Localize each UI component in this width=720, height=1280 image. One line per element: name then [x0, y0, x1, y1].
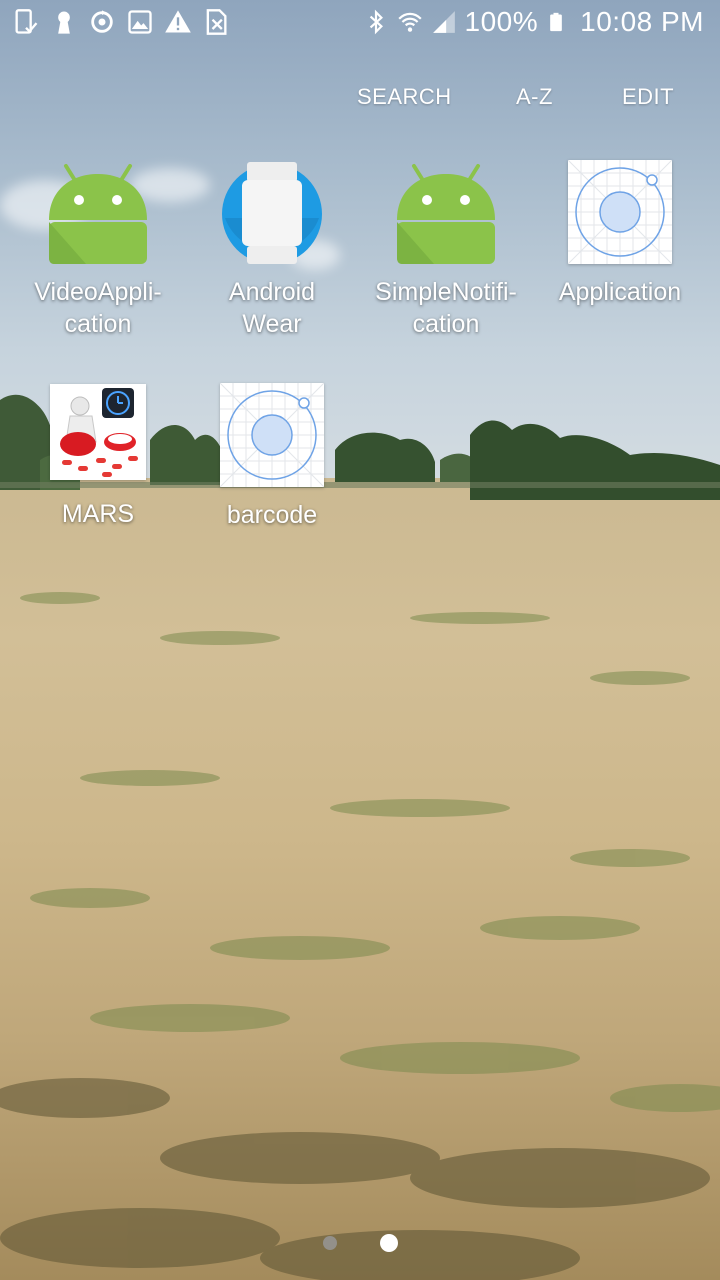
page-indicator	[0, 1234, 720, 1254]
check-device-icon	[15, 9, 38, 34]
app-barcode[interactable]: barcode	[185, 382, 359, 531]
signal-icon	[432, 11, 455, 33]
app-label: Application	[558, 278, 682, 306]
page-dot-2-active[interactable]	[380, 1234, 398, 1252]
no-sim-icon	[206, 9, 227, 35]
page-dot-1[interactable]	[323, 1236, 337, 1250]
warning-icon	[165, 10, 191, 33]
app-label: barcode	[226, 501, 318, 529]
edit-button[interactable]: EDIT	[622, 84, 674, 110]
clock: 10:08 PM	[580, 6, 704, 37]
app-simplenotification[interactable]: SimpleNotifi- cation	[359, 160, 533, 340]
app-application[interactable]: Application	[533, 159, 707, 308]
keyhole-icon	[58, 11, 70, 34]
app-label: Android Wear	[228, 278, 316, 338]
search-button[interactable]: SEARCH	[357, 84, 452, 110]
app-videoapplication[interactable]: VideoAppli- cation	[11, 160, 185, 340]
sort-az-button[interactable]: A-Z	[516, 84, 553, 110]
image-icon	[128, 10, 152, 34]
app-label: SimpleNotifi- cation	[375, 278, 517, 338]
mars-pills-icon	[50, 384, 146, 480]
battery-percent: 100%	[464, 6, 539, 37]
sync-icon	[91, 10, 113, 33]
default-app-icon	[219, 382, 325, 488]
app-drawer-actions: SEARCH A-Z EDIT	[0, 84, 720, 114]
android-wear-icon	[220, 160, 324, 264]
android-icon	[394, 160, 498, 264]
app-android-wear[interactable]: Android Wear	[185, 160, 359, 340]
bluetooth-icon	[369, 9, 383, 35]
android-icon	[46, 160, 150, 264]
app-label: MARS	[61, 500, 135, 528]
battery-icon	[550, 12, 562, 32]
grass-patches	[0, 592, 720, 1280]
default-app-icon	[567, 159, 673, 265]
notification-icons	[12, 8, 230, 36]
system-icons: 100% 10:08 PM	[363, 6, 704, 38]
app-label: VideoAppli- cation	[34, 278, 162, 338]
status-bar: 100% 10:08 PM	[0, 0, 720, 48]
wifi-icon	[397, 12, 422, 32]
app-mars[interactable]: MARS	[11, 384, 185, 530]
